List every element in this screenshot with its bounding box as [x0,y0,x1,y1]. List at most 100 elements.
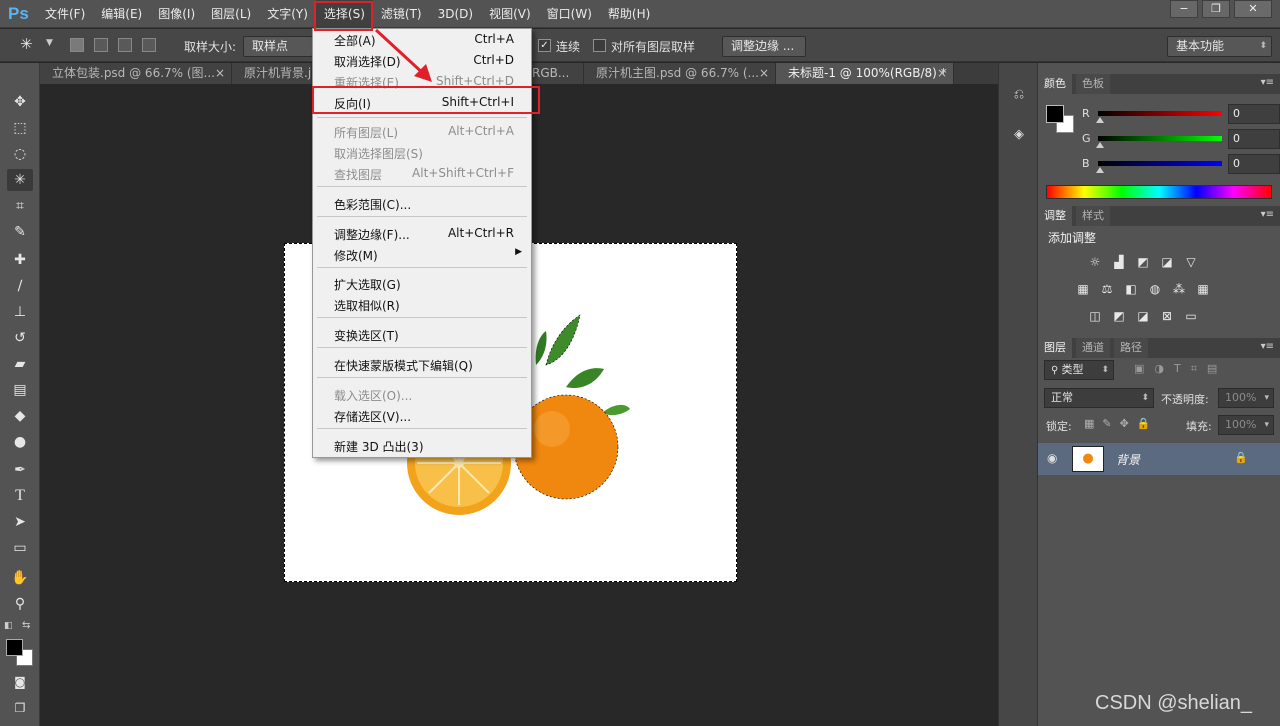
tab-juicer-background[interactable]: 原汁机背景.j [232,63,312,84]
exposure-icon[interactable]: ◪ [1158,254,1176,270]
color-spectrum[interactable] [1046,185,1272,199]
default-colors-icon[interactable]: ◧ [4,621,13,631]
menu-item-color-range[interactable]: 色彩范围(C)... [314,193,530,214]
menu-item-transform-selection[interactable]: 变换选区(T) [314,324,530,345]
type-tool-icon[interactable]: T [7,485,33,507]
shape-tool-icon[interactable]: ▭ [7,537,33,559]
red-track[interactable] [1098,111,1222,116]
tab-juicer-main[interactable]: 原汁机主图.psd @ 66.7% (... × [584,63,776,84]
dodge-tool-icon[interactable]: ● [7,431,33,453]
menu-item-save-selection[interactable]: 存储选区(V)... [314,405,530,426]
brush-tool-icon[interactable]: ∕ [7,275,33,297]
close-icon[interactable]: × [937,63,947,84]
minimize-button[interactable]: − [1170,0,1198,18]
menu-help[interactable]: 帮助(H) [600,0,658,28]
black-white-icon[interactable]: ◧ [1122,281,1140,297]
red-thumb[interactable] [1096,117,1104,123]
healing-brush-icon[interactable]: ✚ [7,249,33,271]
posterize-icon[interactable]: ◩ [1110,308,1128,324]
tab-layers[interactable]: 图层 [1038,338,1072,358]
channel-mixer-icon[interactable]: ⁂ [1170,281,1188,297]
visibility-eye-icon[interactable]: ◉ [1047,451,1057,465]
green-track[interactable] [1098,136,1222,141]
new-selection-icon[interactable] [70,38,84,52]
selective-color-icon[interactable]: ⊠ [1158,308,1176,324]
pen-tool-icon[interactable]: ✒ [7,459,33,481]
layer-name[interactable]: 背景 [1116,451,1140,468]
gradient-map-icon[interactable]: ▭ [1182,308,1200,324]
photo-filter-icon[interactable]: ◍ [1146,281,1164,297]
contiguous-checkbox[interactable]: ✓ [538,38,551,52]
color-lookup-icon[interactable]: ▦ [1194,281,1212,297]
opacity-input[interactable]: 100% ▾ [1218,388,1274,408]
blue-track[interactable] [1098,161,1222,166]
panel-menu-icon[interactable]: ▾≡ [1261,77,1274,88]
stamp-tool-icon[interactable]: ⊥ [7,301,33,323]
close-icon[interactable]: × [215,63,225,84]
curves-icon[interactable]: ◩ [1134,254,1152,270]
tab-untitled-1[interactable]: 未标题-1 @ 100%(RGB/8) * × [776,63,954,84]
tab-paths[interactable]: 路径 [1114,338,1148,358]
history-icon[interactable]: ⎌ [1009,85,1029,105]
crop-tool-icon[interactable]: ⌗ [7,195,33,217]
lasso-tool-icon[interactable]: ◌ [7,143,33,165]
sample-size-select[interactable]: 取样点 [243,36,313,57]
tab-styles[interactable]: 样式 [1076,206,1110,226]
panel-menu-icon[interactable]: ▾≡ [1261,209,1274,220]
menu-image[interactable]: 图像(I) [150,0,203,28]
menu-file[interactable]: 文件(F) [37,0,93,28]
tab-packaging[interactable]: 立体包装.psd @ 66.7% (图... × [40,63,232,84]
menu-item-refine-edge[interactable]: 调整边缘(F)... Alt+Ctrl+R [314,223,530,244]
blue-thumb[interactable] [1096,167,1104,173]
subtract-selection-icon[interactable] [118,38,132,52]
red-value-input[interactable]: 0 [1228,104,1280,124]
menu-item-grow[interactable]: 扩大选取(G) [314,273,530,294]
layer-filter-icons[interactable]: ▣◑T⌗▤ [1134,362,1227,376]
layer-filter-select[interactable]: ⚲ 类型 ⬍ [1044,360,1114,380]
foreground-color-swatch[interactable] [6,639,23,656]
gradient-tool-icon[interactable]: ▤ [7,379,33,401]
tab-swatches[interactable]: 色板 [1076,74,1110,94]
tab-adjustments[interactable]: 调整 [1038,206,1072,226]
quick-mask-icon[interactable]: ◙ [7,671,33,693]
intersect-selection-icon[interactable] [142,38,156,52]
3d-icon[interactable]: ◈ [1009,125,1029,145]
menu-item-quick-mask[interactable]: 在快速蒙版模式下编辑(Q) [314,354,530,375]
menu-type[interactable]: 文字(Y) [259,0,316,28]
menu-item-modify[interactable]: 修改(M) ▶ [314,244,530,265]
all-layers-checkbox[interactable] [593,38,606,52]
eyedropper-tool-icon[interactable]: ✎ [7,221,33,243]
layer-row-background[interactable]: ◉ ● 背景 🔒 [1038,443,1280,475]
swap-colors-icon[interactable]: ⇆ [22,620,30,631]
magic-wand-icon[interactable]: ✳ [20,35,33,53]
screen-mode-icon[interactable]: ❐ [7,697,33,719]
levels-icon[interactable]: ▟ [1110,254,1128,270]
brightness-icon[interactable]: ☼ [1086,254,1104,270]
fill-input[interactable]: 100% ▾ [1218,415,1274,435]
threshold-icon[interactable]: ◪ [1134,308,1152,324]
eraser-tool-icon[interactable]: ▰ [7,353,33,375]
restore-button[interactable]: ❐ [1202,0,1230,18]
move-tool-icon[interactable]: ✥ [7,91,33,113]
menu-window[interactable]: 窗口(W) [539,0,600,28]
workspace-select[interactable]: 基本功能 ⬍ [1167,36,1272,57]
lock-icons[interactable]: ▦✎✥🔒 [1084,417,1159,430]
menu-item-new-3d-extrusion[interactable]: 新建 3D 凸出(3) [314,435,530,456]
history-brush-icon[interactable]: ↺ [7,327,33,349]
hue-sat-icon[interactable]: ▦ [1074,281,1092,297]
refine-edge-button[interactable]: 调整边缘 ... [722,36,806,57]
close-button[interactable]: ✕ [1234,0,1272,18]
add-selection-icon[interactable] [94,38,108,52]
tab-color[interactable]: 颜色 [1038,74,1072,94]
magic-wand-tool-icon[interactable]: ✳ [7,169,33,191]
path-selection-icon[interactable]: ➤ [7,511,33,533]
hand-tool-icon[interactable]: ✋ [7,567,33,589]
green-thumb[interactable] [1096,142,1104,148]
vibrance-icon[interactable]: ▽ [1182,254,1200,270]
blend-mode-select[interactable]: 正常 ⬍ [1044,388,1154,408]
tab-channels[interactable]: 通道 [1076,338,1110,358]
menu-edit[interactable]: 编辑(E) [93,0,150,28]
color-balance-icon[interactable]: ⚖ [1098,281,1116,297]
menu-layer[interactable]: 图层(L) [203,0,259,28]
blue-value-input[interactable]: 0 [1228,154,1280,174]
